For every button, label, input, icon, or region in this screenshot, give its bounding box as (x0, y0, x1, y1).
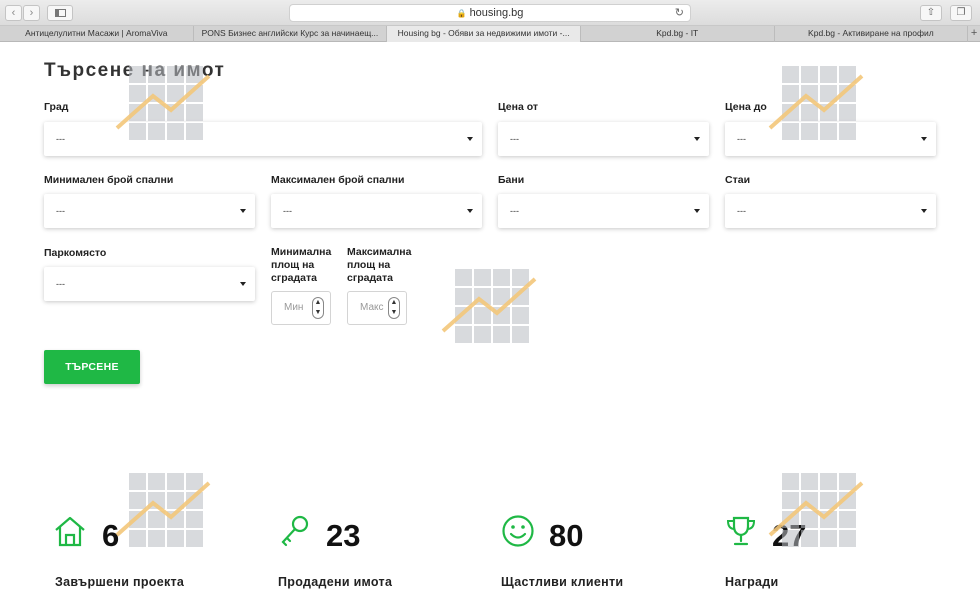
tab-bar: Антицелулитни Масажи | AromaViva PONS Би… (0, 26, 980, 42)
bathrooms-value: --- (510, 206, 519, 216)
parking-select[interactable]: --- (44, 267, 255, 301)
caret-down-icon (694, 137, 700, 141)
smiley-icon (502, 515, 534, 547)
house-icon (55, 516, 85, 547)
caret-down-icon (240, 282, 246, 286)
min-area-label-line: сградата (271, 272, 317, 284)
caret-down-icon (240, 209, 246, 213)
back-button[interactable]: ‹ (5, 5, 22, 21)
max-area-label-line: сградата (347, 272, 393, 284)
parking-label: Паркомясто (44, 247, 107, 259)
projects-label: Завършени проекта (55, 575, 185, 589)
parking-value: --- (56, 279, 65, 289)
rooms-select[interactable]: --- (725, 194, 936, 228)
sidebar-toggle-button[interactable] (47, 5, 73, 21)
min-area-label-line: Минимална (271, 246, 332, 258)
stepper-icon[interactable]: ▲ ▼ (388, 297, 400, 319)
caret-down-icon (921, 137, 927, 141)
price-to-label: Цена до (725, 101, 767, 113)
browser-toolbar: ‹ › 🔒 housing.bg ↻ ⇧ ❐ (0, 0, 980, 26)
min-bedrooms-label: Минимален брой спални (44, 174, 174, 186)
show-tabs-button[interactable]: ❐ (950, 5, 972, 21)
reload-icon[interactable]: ↻ (675, 5, 684, 21)
trophy-icon (726, 516, 756, 546)
price-from-label: Цена от (498, 101, 539, 113)
watermark-logo (115, 473, 211, 547)
min-area-input[interactable]: Мин ▲ ▼ (271, 291, 331, 325)
rooms-label: Стаи (725, 174, 751, 186)
watermark-logo (115, 66, 211, 140)
tab-kpd-it[interactable]: Kpd.bg - IT (581, 26, 775, 42)
watermark-logo (768, 66, 864, 140)
max-bedrooms-value: --- (283, 206, 292, 216)
caret-down-icon (467, 137, 473, 141)
tab-aromaviva[interactable]: Антицелулитни Масажи | AromaViva (0, 26, 194, 42)
city-value: --- (56, 134, 65, 144)
sold-label: Продадени имота (278, 575, 393, 589)
awards-label: Награди (725, 575, 779, 589)
min-bedrooms-select[interactable]: --- (44, 194, 255, 228)
tab-kpd-activate[interactable]: Kpd.bg - Активиране на профил (775, 26, 969, 42)
max-bedrooms-label: Максимален брой спални (271, 174, 405, 186)
min-area-placeholder: Мин (284, 302, 304, 313)
caret-down-icon (467, 209, 473, 213)
sidebar-icon (55, 9, 66, 17)
max-area-label: Максимална площ на сградата (347, 246, 417, 285)
bathrooms-select[interactable]: --- (498, 194, 709, 228)
price-from-select[interactable]: --- (498, 122, 709, 156)
bathrooms-label: Бани (498, 174, 525, 186)
max-area-label-line: площ на (347, 259, 391, 271)
sold-count: 23 (326, 518, 361, 553)
url-text: housing.bg (469, 7, 524, 19)
lock-icon: 🔒 (456, 9, 467, 18)
key-icon (281, 515, 309, 547)
clients-label: Щастливи клиенти (501, 575, 624, 589)
address-bar[interactable]: 🔒 housing.bg ↻ (289, 4, 691, 22)
watermark-logo (768, 473, 864, 547)
price-to-value: --- (737, 134, 746, 144)
new-tab-button[interactable]: + (968, 26, 980, 41)
caret-down-icon (694, 209, 700, 213)
min-area-label-line: площ на (271, 259, 315, 271)
tab-housing[interactable]: Housing bg - Обяви за недвижими имоти -.… (387, 26, 581, 42)
max-area-label-line: Максимална (347, 246, 412, 258)
max-area-input[interactable]: Макс ▲ ▼ (347, 291, 407, 325)
clients-count: 80 (549, 518, 584, 553)
min-bedrooms-value: --- (56, 206, 65, 216)
city-label: Град (44, 101, 69, 113)
min-area-label: Минимална площ на сградата (271, 246, 341, 285)
rooms-value: --- (737, 206, 746, 216)
share-button[interactable]: ⇧ (920, 5, 942, 21)
tab-pons[interactable]: PONS Бизнес английски Курс за начинаещ..… (194, 26, 388, 42)
caret-down-icon (921, 209, 927, 213)
city-select[interactable]: --- (44, 122, 482, 156)
forward-button[interactable]: › (23, 5, 40, 21)
watermark-logo (441, 269, 537, 343)
stepper-icon[interactable]: ▲ ▼ (312, 297, 324, 319)
max-bedrooms-select[interactable]: --- (271, 194, 482, 228)
price-from-value: --- (510, 134, 519, 144)
search-button[interactable]: ТЪРСЕНЕ (44, 350, 140, 384)
max-area-placeholder: Макс (360, 302, 384, 313)
